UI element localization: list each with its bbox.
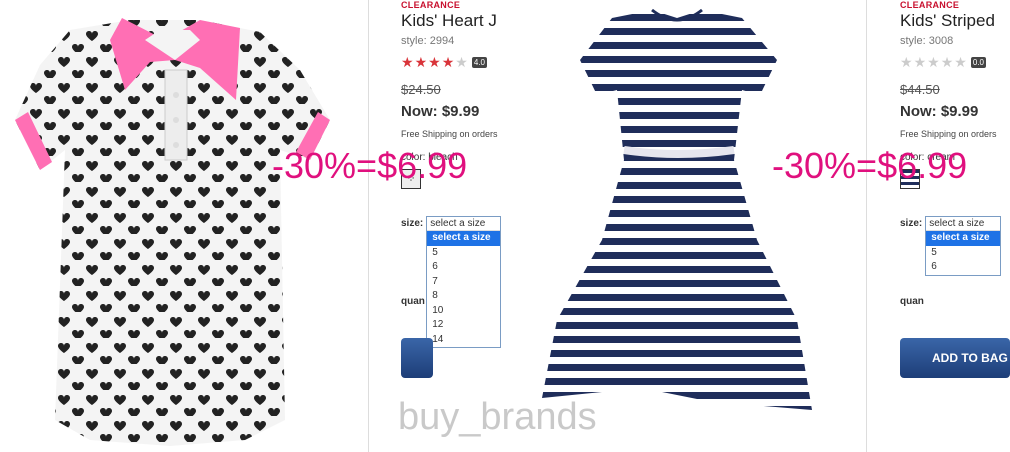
star-icon: ★: [401, 54, 414, 70]
star-empty-icon: ★: [913, 54, 927, 70]
star-empty-icon: ★: [900, 54, 913, 70]
heart-polo-image: [15, 18, 330, 446]
size-option[interactable]: 6: [926, 260, 1000, 275]
size-option[interactable]: 14: [427, 333, 500, 348]
size-option[interactable]: 10: [427, 304, 500, 319]
quantity-label: quan: [401, 296, 425, 307]
size-option[interactable]: select a size: [926, 231, 1001, 246]
product-title[interactable]: Kids' Striped: [900, 11, 1010, 31]
star-icon: ★: [441, 54, 455, 70]
star-icon: ★: [414, 54, 428, 70]
clearance-label: CLEARANCE: [900, 0, 960, 10]
size-option[interactable]: select a size: [427, 231, 500, 246]
promo-price-overlay: -30%=$6.99: [272, 145, 468, 186]
product-details-striped: CLEARANCE Kids' Striped style: 3008 ★ ★ …: [900, 0, 1010, 452]
size-option[interactable]: 5: [926, 246, 1000, 261]
striped-dress-image: [542, 8, 812, 410]
size-option[interactable]: 7: [427, 275, 500, 290]
star-empty-icon: ★: [927, 54, 940, 70]
column-divider: [866, 0, 867, 452]
add-to-bag-button[interactable]: [401, 338, 433, 378]
product-image-heart-polo[interactable]: [0, 0, 368, 452]
size-option[interactable]: 12: [427, 318, 500, 333]
star-empty-icon: ★: [940, 54, 954, 70]
product-image-striped-dress[interactable]: [502, 0, 866, 452]
star-empty-icon: ★: [954, 54, 967, 70]
rating-stars[interactable]: ★ ★ ★ ★ ★ 0.0: [900, 55, 1010, 69]
column-divider: [368, 0, 369, 452]
style-number: style: 2994: [401, 35, 455, 47]
size-label: size:: [900, 218, 923, 229]
was-price: $44.50: [900, 82, 940, 97]
size-select-value[interactable]: select a size: [427, 217, 500, 231]
was-price: $24.50: [401, 82, 441, 97]
size-option[interactable]: 8: [427, 289, 500, 304]
rating-badge: 4.0: [471, 56, 487, 68]
star-empty-icon: ★: [455, 54, 468, 70]
shipping-note: Free Shipping on orders: [401, 129, 498, 139]
size-row: size: select a size select a size 5 6: [900, 216, 1010, 276]
size-select-value[interactable]: select a size: [926, 217, 1001, 231]
watermark: buy_brands: [398, 396, 597, 438]
size-option[interactable]: 6: [427, 260, 500, 275]
clearance-label: CLEARANCE: [401, 0, 461, 10]
now-price: Now: $9.99: [401, 103, 480, 120]
shipping-note: Free Shipping on orders: [900, 129, 997, 139]
add-to-bag-label: ADD TO BAG: [932, 351, 1008, 365]
star-icon: ★: [428, 54, 441, 70]
product-title[interactable]: Kids' Heart J: [401, 11, 501, 31]
quantity-label: quan: [900, 296, 924, 307]
product-details-heart: CLEARANCE Kids' Heart J style: 2994 ★ ★ …: [401, 0, 501, 452]
rating-badge: 0.0: [970, 56, 986, 68]
promo-price-overlay: -30%=$6.99: [772, 145, 968, 186]
add-to-bag-button[interactable]: ADD TO BAG: [900, 338, 1010, 378]
rating-stars[interactable]: ★ ★ ★ ★ ★ 4.0: [401, 55, 501, 69]
size-select[interactable]: select a size select a size 5 6: [925, 216, 1002, 276]
now-price: Now: $9.99: [900, 103, 979, 120]
size-option[interactable]: 5: [427, 246, 500, 261]
size-label: size:: [401, 218, 424, 229]
size-row: size: select a size select a size 5 6 7 …: [401, 216, 501, 348]
style-number: style: 3008: [900, 35, 954, 47]
size-select[interactable]: select a size select a size 5 6 7 8 10 1…: [426, 216, 501, 348]
